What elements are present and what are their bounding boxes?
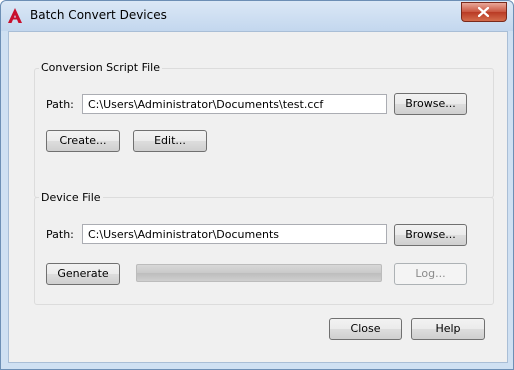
device-file-group-title: Device File [39, 191, 103, 204]
device-file-group [34, 197, 494, 305]
log-button[interactable]: Log... [394, 263, 467, 285]
window-title: Batch Convert Devices [30, 8, 167, 22]
create-button[interactable]: Create... [46, 130, 120, 152]
close-x-icon [478, 7, 489, 17]
device-path-input[interactable]: C:\Users\Administrator\Documents [82, 224, 387, 244]
script-path-input[interactable]: C:\Users\Administrator\Documents\test.cc… [82, 94, 387, 114]
help-button[interactable]: Help [411, 318, 485, 340]
close-button[interactable]: Close [329, 318, 402, 340]
dialog-window: Batch Convert Devices Conversion Script … [0, 0, 514, 370]
device-browse-button[interactable]: Browse... [394, 224, 467, 246]
conversion-script-group-title: Conversion Script File [39, 61, 162, 74]
dialog-body: Conversion Script File Path: C:\Users\Ad… [8, 31, 508, 363]
device-path-label: Path: [46, 228, 74, 241]
edit-button-label: Edit... [154, 134, 186, 147]
script-browse-button[interactable]: Browse... [394, 93, 467, 115]
edit-button[interactable]: Edit... [133, 130, 207, 152]
create-button-label: Create... [59, 134, 107, 147]
title-bar[interactable]: Batch Convert Devices [1, 1, 513, 31]
script-path-label: Path: [46, 98, 74, 111]
generate-progress-bar [136, 264, 382, 282]
generate-button[interactable]: Generate [46, 263, 120, 285]
autocad-a-icon [8, 8, 22, 23]
close-window-button[interactable] [461, 2, 507, 22]
